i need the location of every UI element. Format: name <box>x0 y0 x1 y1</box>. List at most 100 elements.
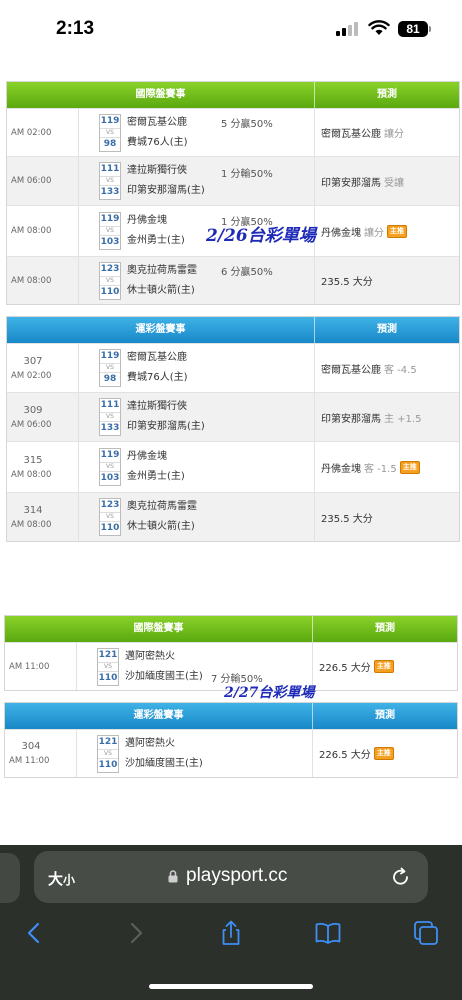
home-team-name[interactable]: 費城76人(主) <box>127 133 188 153</box>
table-header: 運彩盤賽事 預測 <box>7 317 459 343</box>
home-team-name[interactable]: 休士頓火箭(主) <box>127 517 197 537</box>
page-content: 國際盤賽事 預測 AM 02:00 119 VS 98 密爾瓦基公鹿 費城76人(主) 5 分贏… <box>0 55 462 845</box>
away-team-name[interactable]: 密爾瓦基公鹿 <box>127 348 188 368</box>
match-cell[interactable]: 123 VS 110 奧克拉荷馬雷霆 休士頓火箭(主) <box>79 493 315 541</box>
home-team-name[interactable]: 費城76人(主) <box>127 368 188 388</box>
tabs-icon[interactable] <box>412 919 440 947</box>
team-names: 邁阿密熱火 沙加緬度國王(主) <box>125 734 203 774</box>
home-team-name[interactable]: 金州勇士(主) <box>127 467 185 487</box>
home-team-name[interactable]: 休士頓火箭(主) <box>127 281 197 301</box>
vs-label: VS <box>98 661 118 672</box>
browser-chrome: 大小 playsport.cc <box>0 845 462 1000</box>
game-time: AM 08:00 <box>11 226 52 236</box>
prediction-pick: 235.5 大分 <box>321 513 373 525</box>
away-team-name[interactable]: 奧克拉荷馬雷霆 <box>127 497 197 517</box>
game-time: AM 06:00 <box>11 176 52 186</box>
team-names: 密爾瓦基公鹿 費城76人(主) <box>127 113 188 153</box>
match-cell[interactable]: 123 VS 110 奧克拉荷馬雷霆 休士頓火箭(主) 6 分贏50% <box>79 257 315 304</box>
time-cell: AM 06:00 <box>7 157 79 205</box>
home-team-name[interactable]: 沙加緬度國王(主) <box>125 667 203 687</box>
previous-tab-stub[interactable] <box>0 853 20 903</box>
table-row[interactable]: 309 AM 06:00 111 VS 133 達拉斯獨行俠 印第安那溜馬(主) 印第安那溜馬… <box>7 392 459 441</box>
table-row[interactable]: AM 08:00 123 VS 110 奧克拉荷馬雷霆 休士頓火箭(主) 6 分贏50% 23… <box>7 256 459 304</box>
status-bar: 2:13 81 <box>0 0 462 55</box>
reload-icon[interactable] <box>390 866 412 888</box>
top-pick-badge: 主推 <box>399 460 420 474</box>
prediction-pick: 印第安那溜馬 <box>321 413 381 425</box>
home-indicator <box>149 984 313 989</box>
team-names: 奧克拉荷馬雷霆 休士頓火箭(主) <box>127 497 197 537</box>
match-cell[interactable]: 121 VS 110 邁阿密熱火 沙加緬度國王(主) <box>77 730 313 777</box>
home-team-number: 110 <box>100 286 120 297</box>
match-cell[interactable]: 111 VS 133 達拉斯獨行俠 印第安那溜馬(主) <box>79 393 315 441</box>
prediction-line: 讓分 <box>384 129 404 140</box>
table-row[interactable]: 304 AM 11:00 121 VS 110 邁阿密熱火 沙加緬度國王(主) 226.5 大… <box>5 729 457 777</box>
home-team-number: 103 <box>100 473 120 483</box>
text-size-small-label: 小 <box>63 873 76 887</box>
team-names: 邁阿密熱火 沙加緬度國王(主) <box>125 647 203 687</box>
match-cell[interactable]: 119 VS 103 丹佛金塊 金州勇士(主) <box>79 442 315 492</box>
share-icon[interactable] <box>217 919 245 947</box>
match-cell[interactable]: 111 VS 133 達拉斯獨行俠 印第安那溜馬(主) 1 分輸50% <box>79 157 315 205</box>
table-row[interactable]: 314 AM 08:00 123 VS 110 奧克拉荷馬雷霆 休士頓火箭(主) 235.5 … <box>7 492 459 541</box>
away-team-name[interactable]: 達拉斯獨行俠 <box>127 397 205 417</box>
sports-lottery-table-1: 運彩盤賽事 預測 307 AM 02:00 119 VS 98 密爾瓦基公鹿 費城76人(主) 密… <box>6 316 460 542</box>
away-team-name[interactable]: 達拉斯獨行俠 <box>127 161 205 181</box>
away-team-name[interactable]: 奧克拉荷馬雷霆 <box>127 261 197 281</box>
prediction-line: 客 -4.5 <box>384 364 417 376</box>
table-row[interactable]: 315 AM 08:00 119 VS 103 丹佛金塊 金州勇士(主) 丹佛金塊客 -1.5… <box>7 441 459 492</box>
match-cell[interactable]: 119 VS 98 密爾瓦基公鹿 費城76人(主) <box>79 344 315 392</box>
team-names: 達拉斯獨行俠 印第安那溜馬(主) <box>127 397 205 437</box>
home-team-name[interactable]: 金州勇士(主) <box>127 231 185 251</box>
away-team-number: 121 <box>98 649 118 660</box>
header-events-label: 國際盤賽事 <box>7 82 315 108</box>
home-team-name[interactable]: 印第安那溜馬(主) <box>127 181 205 201</box>
vs-label: VS <box>100 226 120 236</box>
home-team-number: 98 <box>103 374 117 384</box>
away-team-number: 111 <box>100 164 120 174</box>
game-time: AM 02:00 <box>11 127 52 138</box>
lottery-code: 307 <box>23 355 43 367</box>
time-cell: 307 AM 02:00 <box>7 344 79 392</box>
header-prediction-label: 預測 <box>377 324 397 335</box>
prediction-line: 客 -1.5 <box>364 463 397 475</box>
away-team-name[interactable]: 密爾瓦基公鹿 <box>127 113 188 133</box>
sports-lottery-table-2: 運彩盤賽事 預測 304 AM 11:00 121 VS 110 邁阿密熱火 沙加緬度國王(主)… <box>4 702 458 778</box>
text-size-button[interactable]: 大小 <box>48 868 75 889</box>
prediction-cell: 226.5 大分 主推 <box>313 643 457 690</box>
home-team-name[interactable]: 沙加緬度國王(主) <box>125 754 203 774</box>
home-team-number: 103 <box>100 237 120 247</box>
bookmarks-icon[interactable] <box>314 919 342 947</box>
prediction-pick: 印第安那溜馬 <box>321 177 381 189</box>
away-team-number: 111 <box>100 400 120 410</box>
prediction-pick: 235.5 大分 <box>321 277 373 288</box>
table-row[interactable]: AM 06:00 111 VS 133 達拉斯獨行俠 印第安那溜馬(主) 1 分輸50% 印第… <box>7 156 459 205</box>
overlay-annotation-first: 2/26台彩單場 <box>206 226 316 246</box>
home-team-name[interactable]: 印第安那溜馬(主) <box>127 417 205 437</box>
table-row[interactable]: AM 02:00 119 VS 98 密爾瓦基公鹿 費城76人(主) 5 分贏50% 密爾瓦基… <box>7 108 459 156</box>
away-team-name[interactable]: 邁阿密熱火 <box>125 734 203 754</box>
team-numbers: 123 VS 110 <box>99 498 121 536</box>
vs-label: VS <box>100 462 120 472</box>
away-team-name[interactable]: 丹佛金塊 <box>127 447 185 467</box>
prediction-pick: 226.5 大分 <box>319 663 371 674</box>
time-cell: AM 08:00 <box>7 257 79 304</box>
lottery-code: 314 <box>23 504 43 516</box>
prediction-cell: 丹佛金塊 讓分 主推 <box>315 206 459 256</box>
address-bar[interactable]: 大小 playsport.cc <box>34 851 428 903</box>
forward-arrow-icon[interactable] <box>121 919 149 947</box>
back-arrow-icon[interactable] <box>21 919 49 947</box>
wifi-icon <box>368 20 390 35</box>
away-team-name[interactable]: 邁阿密熱火 <box>125 647 203 667</box>
prediction-line: 主 +1.5 <box>384 413 422 425</box>
home-team-number: 110 <box>100 523 120 533</box>
away-team-number: 119 <box>100 115 120 126</box>
away-team-number: 119 <box>100 351 120 361</box>
game-time: AM 02:00 <box>11 370 52 381</box>
table-row[interactable]: 307 AM 02:00 119 VS 98 密爾瓦基公鹿 費城76人(主) 密爾瓦基公鹿客 … <box>7 343 459 392</box>
vs-label: VS <box>100 412 120 422</box>
match-cell[interactable]: 119 VS 98 密爾瓦基公鹿 費城76人(主) 5 分贏50% <box>79 109 315 156</box>
away-team-name[interactable]: 丹佛金塊 <box>127 211 185 231</box>
table-header: 國際盤賽事 預測 <box>5 616 457 642</box>
lottery-code: 315 <box>23 454 43 466</box>
